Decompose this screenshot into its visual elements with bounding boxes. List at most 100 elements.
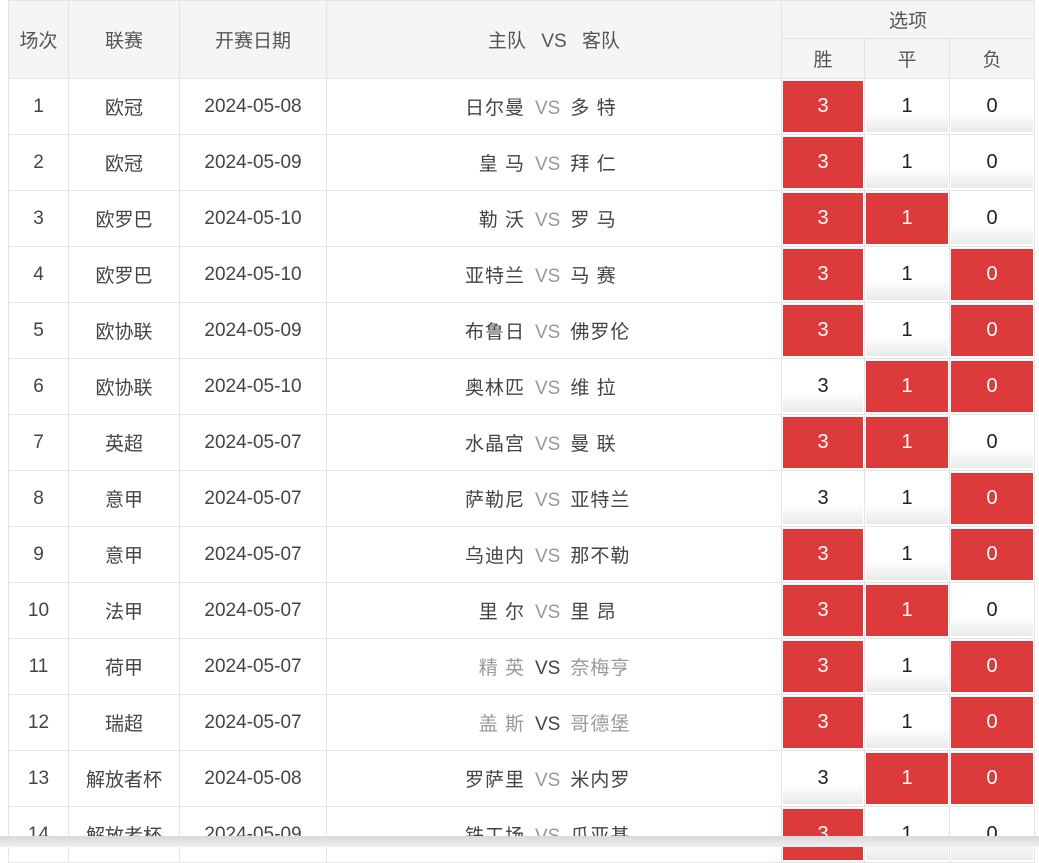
option-loss-button[interactable]: 0 <box>951 137 1034 188</box>
match-teams: 亚特兰 VS 马 赛 <box>326 246 782 303</box>
away-team: 里 昂 <box>570 602 617 623</box>
home-team: 日尔曼 <box>464 98 525 119</box>
match-teams: 铁工场VS瓜亚基 <box>326 806 782 863</box>
option-loss-cell: 0 <box>948 134 1036 191</box>
header-away: 客队 <box>581 31 620 52</box>
option-draw-button[interactable]: 1 <box>866 697 948 748</box>
option-loss-cell: 0 <box>948 190 1036 247</box>
option-win-cell: 3 <box>781 582 865 639</box>
match-index: 1 <box>8 78 69 135</box>
away-team: 曼 联 <box>570 434 617 455</box>
match-index: 2 <box>8 134 69 191</box>
option-win-button[interactable]: 3 <box>783 137 863 188</box>
option-draw-button[interactable]: 1 <box>866 809 948 860</box>
option-loss-cell: 0 <box>948 638 1036 695</box>
match-teams: 奥林匹 VS 维 拉 <box>326 358 782 415</box>
match-teams: 乌迪内 VS 那不勒 <box>326 526 782 583</box>
option-loss-button[interactable]: 0 <box>951 697 1034 748</box>
option-draw-button[interactable]: 1 <box>866 305 948 356</box>
option-win-button[interactable]: 3 <box>783 809 863 860</box>
table-row: 2 欧冠 2024-05-09 皇 马 VS 拜 仁 310 <box>8 134 1036 191</box>
option-loss-button[interactable]: 0 <box>951 585 1034 636</box>
option-draw-cell: 1 <box>864 470 950 527</box>
match-index: 8 <box>8 470 69 527</box>
option-win-button[interactable]: 3 <box>783 417 863 468</box>
option-draw-button[interactable]: 1 <box>866 193 948 244</box>
option-draw-button[interactable]: 1 <box>866 641 948 692</box>
vs-label: VS <box>535 602 561 623</box>
option-loss-cell: 0 <box>948 806 1036 863</box>
match-index: 3 <box>8 190 69 247</box>
header-home: 主队 <box>488 31 527 52</box>
header-date: 开赛日期 <box>179 0 327 79</box>
option-loss-button[interactable]: 0 <box>951 417 1034 468</box>
option-win-button[interactable]: 3 <box>783 249 863 300</box>
option-draw-cell: 1 <box>864 134 950 191</box>
option-loss-cell: 0 <box>948 78 1036 135</box>
home-team: 水晶宫 <box>464 434 525 455</box>
option-win-cell: 3 <box>781 302 865 359</box>
option-win-button[interactable]: 3 <box>783 585 863 636</box>
option-draw-button[interactable]: 1 <box>866 585 948 636</box>
option-win-cell: 3 <box>781 358 865 415</box>
option-win-cell: 3 <box>781 246 865 303</box>
option-loss-cell: 0 <box>948 414 1036 471</box>
option-win-button[interactable]: 3 <box>783 697 863 748</box>
option-loss-button[interactable]: 0 <box>951 361 1034 412</box>
option-win-cell: 3 <box>781 414 865 471</box>
option-win-button[interactable]: 3 <box>783 361 863 412</box>
option-loss-button[interactable]: 0 <box>951 81 1034 132</box>
option-loss-button[interactable]: 0 <box>951 641 1034 692</box>
vs-label: VS <box>535 434 561 455</box>
option-loss-button[interactable]: 0 <box>951 753 1034 804</box>
option-win-button[interactable]: 3 <box>783 529 863 580</box>
option-win-button[interactable]: 3 <box>783 305 863 356</box>
match-index: 12 <box>8 694 69 751</box>
option-win-button[interactable]: 3 <box>783 81 863 132</box>
match-index: 9 <box>8 526 69 583</box>
match-league: 瑞超 <box>68 694 180 751</box>
option-draw-button[interactable]: 1 <box>866 137 948 188</box>
option-loss-button[interactable]: 0 <box>951 473 1034 524</box>
option-win-button[interactable]: 3 <box>783 753 863 804</box>
option-draw-button[interactable]: 1 <box>866 473 948 524</box>
table-row: 8 意甲 2024-05-07 萨勒尼 VS 亚特兰 3 1 0 <box>8 470 1036 527</box>
table-row: 7 英超 2024-05-07 水晶宫 VS 曼 联 310 <box>8 414 1036 471</box>
option-draw-cell: 1 <box>864 694 950 751</box>
option-loss-button[interactable]: 0 <box>951 809 1034 860</box>
option-win-button[interactable]: 3 <box>783 641 863 692</box>
option-loss-cell: 0 <box>948 694 1036 751</box>
table-row: 10 法甲 2024-05-07 里 尔 VS 里 昂310 <box>8 582 1036 639</box>
option-draw-button[interactable]: 1 <box>866 361 948 412</box>
option-loss-button[interactable]: 0 <box>951 529 1034 580</box>
option-draw-button[interactable]: 1 <box>866 249 948 300</box>
option-loss-cell: 0 <box>948 526 1036 583</box>
vs-label: VS <box>535 378 561 399</box>
option-draw-button[interactable]: 1 <box>866 529 948 580</box>
match-index: 7 <box>8 414 69 471</box>
option-draw-button[interactable]: 1 <box>866 81 948 132</box>
match-league: 欧协联 <box>68 358 180 415</box>
option-draw-button[interactable]: 1 <box>866 417 948 468</box>
option-win-cell: 3 <box>781 190 865 247</box>
option-loss-button[interactable]: 0 <box>951 305 1034 356</box>
option-win-button[interactable]: 3 <box>783 193 863 244</box>
match-date: 2024-05-10 <box>179 358 327 415</box>
option-loss-button[interactable]: 0 <box>951 249 1034 300</box>
option-draw-button[interactable]: 1 <box>866 753 948 804</box>
option-win-button[interactable]: 3 <box>783 473 863 524</box>
match-teams: 里 尔 VS 里 昂 <box>326 582 782 639</box>
away-team: 奈梅亨 <box>570 658 631 679</box>
match-date: 2024-05-07 <box>179 470 327 527</box>
table-row: 9 意甲 2024-05-07 乌迪内 VS 那不勒 3 1 0 <box>8 526 1036 583</box>
header-opt-win: 胜 <box>781 38 865 79</box>
match-date: 2024-05-09 <box>179 134 327 191</box>
option-win-cell: 3 <box>781 134 865 191</box>
header-league: 联赛 <box>68 0 180 79</box>
option-loss-cell: 0 <box>948 750 1036 807</box>
match-date: 2024-05-07 <box>179 638 327 695</box>
option-draw-cell: 1 <box>864 246 950 303</box>
option-loss-button[interactable]: 0 <box>951 193 1034 244</box>
option-win-cell: 3 <box>781 750 865 807</box>
match-league: 解放者杯 <box>68 750 180 807</box>
